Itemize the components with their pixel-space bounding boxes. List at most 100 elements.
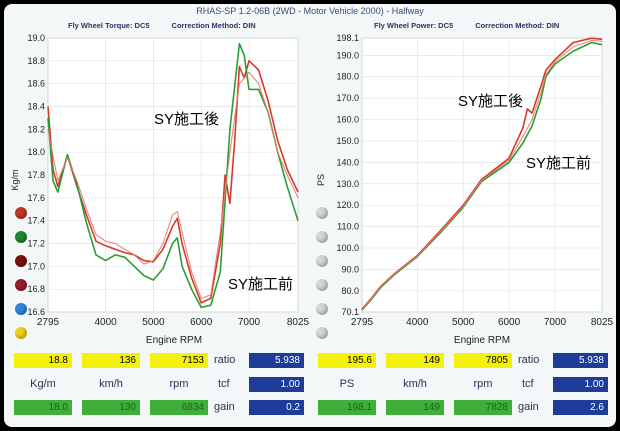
torque-swatch-button-0[interactable] — [15, 207, 27, 219]
torque-x-tick-label: 5000 — [142, 317, 165, 328]
power-swatch-button-5[interactable] — [316, 327, 328, 339]
rpm-value: 7153 — [150, 353, 208, 368]
gain-value: 0.2 — [249, 400, 304, 415]
torque-swatch-button-4[interactable] — [15, 303, 27, 315]
power-swatch-button-4[interactable] — [316, 303, 328, 315]
torque-annotation-before: SY施工前 — [228, 276, 293, 293]
right-chart-title: Fly Wheel Power: DC5 — [374, 21, 454, 30]
torque-y-tick-label: 19.0 — [27, 33, 45, 43]
torque-x-tick-label: 2795 — [37, 317, 60, 328]
power-swatch-button-2[interactable] — [316, 255, 328, 267]
gain-label: gain — [518, 401, 539, 413]
torque-y-tick-label: 17.6 — [27, 193, 45, 203]
power-x-tick-label: 6000 — [498, 317, 521, 328]
power-y-tick-label: 140.0 — [336, 157, 359, 167]
ratio-label: ratio — [214, 354, 236, 366]
power-x-axis-label: Engine RPM — [454, 335, 510, 346]
right-chart-header: Fly Wheel Power: DC5 Correction Method: D… — [374, 21, 581, 30]
torque-y-tick-label: 18.4 — [27, 102, 45, 112]
torque-x-tick-label: 8025 — [287, 317, 310, 328]
speed-unit: km/h — [99, 378, 123, 390]
torque-y-tick-label: 18.2 — [27, 124, 45, 134]
torque-y-tick-label: 16.8 — [27, 284, 45, 294]
torque-x-axis-label: Engine RPM — [146, 335, 202, 346]
torque-y-tick-label: 18.6 — [27, 79, 45, 89]
torque-y-axis-label: Kg/m — [10, 169, 20, 190]
ratio-value: 5.938 — [553, 353, 608, 368]
power-y-tick-label: 80.0 — [341, 286, 359, 296]
power-readout-panel: 195.6 149 7805 ratio 5.938 PS km/h rpm t… — [310, 346, 616, 428]
power-x-tick-label: 7000 — [544, 317, 567, 328]
power-compare-value: 198.1 — [318, 400, 376, 415]
torque-y-tick-label: 18.8 — [27, 56, 45, 66]
power-y-tick-label: 110.0 — [337, 222, 359, 232]
power-swatch-button-0[interactable] — [316, 207, 328, 219]
power-x-tick-label: 5000 — [452, 317, 475, 328]
rpm-value: 7805 — [454, 353, 512, 368]
power-y-tick-label: 160.0 — [336, 115, 359, 125]
torque-y-tick-label: 17.0 — [27, 261, 45, 271]
power-y-tick-label: 190.0 — [336, 50, 359, 60]
torque-x-tick-label: 7000 — [238, 317, 261, 328]
power-chart: 70.1 80.0 90.0 100.0 110.0 120.0 130.0 140.0 150… — [316, 33, 614, 346]
power-x-tick-label: 2795 — [351, 317, 374, 328]
right-correction-method: Correction Method: DIN — [475, 21, 560, 30]
torque-readout-panel: 18.8 136 7153 ratio 5.938 Kg/m km/h rpm … — [4, 346, 310, 428]
power-y-tick-label: 170.0 — [336, 93, 359, 103]
ratio-value: 5.938 — [249, 353, 304, 368]
power-y-tick-label: 198.1 — [336, 33, 359, 43]
power-swatch-button-3[interactable] — [316, 279, 328, 291]
torque-y-tick-label: 18.0 — [27, 147, 45, 157]
torque-swatch-button-1[interactable] — [15, 231, 27, 243]
power-y-tick-label: 90.0 — [341, 264, 359, 274]
power-annotation-after: SY施工後 — [458, 93, 523, 110]
torque-chart: 16.6 16.8 17.0 17.2 17.4 17.6 17.8 18.0 18.2 18.4… — [10, 33, 310, 346]
speed-unit: km/h — [403, 378, 427, 390]
torque-swatch-button-5[interactable] — [15, 327, 27, 339]
torque-x-tick-label: 6000 — [190, 317, 213, 328]
torque-y-tick-label: 17.2 — [27, 239, 45, 249]
gain-label: gain — [214, 401, 235, 413]
torque-y-tick-label: 17.4 — [27, 216, 45, 226]
speed-compare-value: 149 — [386, 400, 444, 415]
torque-x-tick-label: 4000 — [94, 317, 117, 328]
power-unit: PS — [339, 378, 355, 390]
power-y-tick-label: 150.0 — [336, 136, 359, 146]
power-y-tick-label: 70.1 — [341, 307, 359, 317]
power-y-tick-label: 180.0 — [336, 72, 359, 82]
torque-annotation-after: SY施工後 — [154, 111, 219, 128]
torque-compare-value: 18.0 — [14, 400, 72, 415]
torque-y-tick-label: 16.6 — [27, 307, 45, 317]
torque-unit: Kg/m — [30, 378, 56, 390]
tcf-value: 1.00 — [553, 377, 608, 392]
speed-value: 136 — [82, 353, 140, 368]
rpm-unit: rpm — [169, 378, 189, 390]
left-chart-header: Fly Wheel Torque: DC5 Correction Method: … — [68, 21, 278, 30]
gain-value: 2.6 — [553, 400, 608, 415]
torque-swatch-button-2[interactable] — [15, 255, 27, 267]
rpm-compare-value: 6834 — [150, 400, 208, 415]
speed-value: 149 — [386, 353, 444, 368]
torque-y-tick-label: 17.8 — [27, 170, 45, 180]
power-y-tick-label: 130.0 — [336, 179, 359, 189]
power-x-tick-label: 8025 — [591, 317, 614, 328]
power-y-tick-label: 120.0 — [336, 200, 359, 210]
rpm-unit: rpm — [473, 378, 493, 390]
torque-swatch-button-3[interactable] — [15, 279, 27, 291]
tcf-label: tcf — [522, 378, 534, 390]
rpm-compare-value: 7828 — [454, 400, 512, 415]
left-chart-title: Fly Wheel Torque: DC5 — [68, 21, 150, 30]
power-y-tick-label: 100.0 — [336, 243, 359, 253]
speed-compare-value: 130 — [82, 400, 140, 415]
tcf-label: tcf — [218, 378, 230, 390]
left-correction-method: Correction Method: DIN — [171, 21, 256, 30]
power-x-tick-label: 4000 — [406, 317, 429, 328]
dyno-window: RHAS-SP 1.2-06B (2WD - Motor Vehicle 200… — [4, 4, 616, 427]
tcf-value: 1.00 — [249, 377, 304, 392]
power-annotation-before: SY施工前 — [526, 155, 591, 172]
power-y-axis-label: PS — [316, 174, 326, 186]
torque-value: 18.8 — [14, 353, 72, 368]
power-value: 195.6 — [318, 353, 376, 368]
power-swatch-button-1[interactable] — [316, 231, 328, 243]
ratio-label: ratio — [518, 354, 540, 366]
